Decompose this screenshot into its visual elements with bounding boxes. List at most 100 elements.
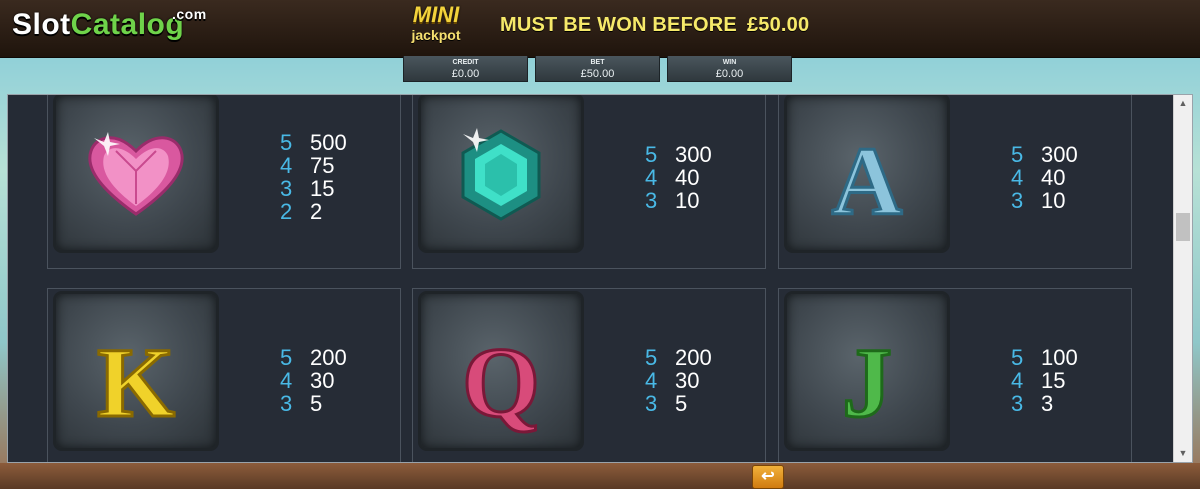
pay-count: 3 bbox=[280, 391, 293, 416]
pay-count: 5 bbox=[1011, 345, 1024, 370]
pay-count: 4 bbox=[645, 368, 658, 393]
symbol-tile: Q bbox=[421, 294, 581, 448]
pay-amount: 200 bbox=[310, 345, 347, 370]
bet-value: £50.00 bbox=[580, 68, 615, 80]
pay-row: 3 10 bbox=[645, 189, 712, 212]
win-label: WIN bbox=[722, 59, 737, 66]
return-arrow-icon: ↩ bbox=[761, 468, 775, 485]
svg-text:J: J bbox=[842, 327, 892, 438]
pay-amount: 2 bbox=[310, 199, 323, 224]
pay-count: 2 bbox=[280, 199, 293, 224]
svg-text:K: K bbox=[97, 327, 175, 438]
pay-values: 5 200 4 30 35 bbox=[280, 346, 347, 415]
pay-row: 22 bbox=[280, 200, 347, 223]
pay-values: 5 200 4 30 35 bbox=[645, 346, 712, 415]
pay-values: 5 300 4 40 3 10 bbox=[1011, 143, 1078, 212]
pay-row: 33 bbox=[1011, 392, 1078, 415]
pay-count: 3 bbox=[645, 188, 658, 213]
pay-count: 5 bbox=[1011, 142, 1024, 167]
pay-row: 4 15 bbox=[1011, 369, 1078, 392]
pay-row: 5 200 bbox=[645, 346, 712, 369]
pay-row: 35 bbox=[280, 392, 347, 415]
mini-label: MINI bbox=[412, 2, 460, 27]
letter-k-icon: K bbox=[96, 326, 177, 440]
pay-row: 35 bbox=[645, 392, 712, 415]
pay-amount: 5 bbox=[310, 391, 323, 416]
pay-row: 4 30 bbox=[645, 369, 712, 392]
pay-row: 5 200 bbox=[280, 346, 347, 369]
pay-count: 5 bbox=[280, 345, 293, 370]
pay-count: 3 bbox=[1011, 391, 1024, 416]
pay-amount: 30 bbox=[675, 368, 700, 393]
pay-values: 5 300 4 40 3 10 bbox=[645, 143, 712, 212]
jackpot-label: jackpot bbox=[411, 27, 461, 43]
pay-amount: 3 bbox=[1041, 391, 1054, 416]
heart-gem-icon bbox=[88, 132, 184, 216]
pay-amount: 5 bbox=[675, 391, 688, 416]
back-button[interactable]: ↩ bbox=[752, 465, 784, 489]
paytable-panel[interactable]: 5 500 4 75 3 15 22 5 300 4 40 3 10 A 5 3… bbox=[7, 94, 1193, 463]
logo-catalog-text: Catalog bbox=[70, 8, 185, 41]
pay-row: 5 100 bbox=[1011, 346, 1078, 369]
svg-text:A: A bbox=[832, 128, 903, 236]
paytable-cell-q: Q 5 200 4 30 35 bbox=[412, 288, 766, 462]
credit-meter: CREDIT £0.00 bbox=[403, 56, 528, 82]
bet-meter: BET £50.00 bbox=[535, 56, 660, 82]
bet-label: BET bbox=[590, 59, 605, 66]
pay-count: 3 bbox=[280, 176, 293, 201]
credit-value: £0.00 bbox=[451, 68, 480, 80]
pay-row: 4 75 bbox=[280, 154, 347, 177]
svg-text:Q: Q bbox=[462, 327, 540, 438]
paytable-cell-a: A 5 300 4 40 3 10 bbox=[778, 95, 1132, 269]
pay-row: 4 40 bbox=[1011, 166, 1078, 189]
scroll-up-arrow-icon[interactable]: ▲ bbox=[1174, 95, 1192, 112]
scroll-down-arrow-icon[interactable]: ▼ bbox=[1174, 445, 1192, 462]
pay-amount: 200 bbox=[675, 345, 712, 370]
scroll-thumb[interactable] bbox=[1176, 213, 1190, 241]
pay-row: 5 500 bbox=[280, 131, 347, 154]
pay-amount: 300 bbox=[1041, 142, 1078, 167]
pay-amount: 15 bbox=[1041, 368, 1066, 393]
background-town-strip bbox=[0, 463, 1200, 489]
pay-count: 5 bbox=[280, 130, 293, 155]
pay-row: 5 300 bbox=[645, 143, 712, 166]
paytable-cell-emerald: 5 300 4 40 3 10 bbox=[412, 95, 766, 269]
paytable-cell-heart: 5 500 4 75 3 15 22 bbox=[47, 95, 401, 269]
logo-dotcom-text: .com bbox=[172, 6, 207, 22]
credit-label: CREDIT bbox=[452, 59, 479, 66]
pay-count: 4 bbox=[645, 165, 658, 190]
pay-amount: 100 bbox=[1041, 345, 1078, 370]
pay-amount: 10 bbox=[1041, 188, 1066, 213]
pay-count: 5 bbox=[645, 142, 658, 167]
pay-row: 5 300 bbox=[1011, 143, 1078, 166]
paytable-cell-j: J 5 100 4 15 33 bbox=[778, 288, 1132, 462]
pay-amount: 40 bbox=[1041, 165, 1066, 190]
pay-count: 3 bbox=[1011, 188, 1024, 213]
pay-amount: 300 bbox=[675, 142, 712, 167]
must-be-won-banner: MUST BE WON BEFORE £50.00 bbox=[500, 10, 819, 40]
paytable-scrollbar[interactable]: ▲ ▼ bbox=[1173, 95, 1192, 462]
slotcatalog-logo: SlotCatalog .com bbox=[12, 6, 206, 52]
pay-amount: 15 bbox=[310, 176, 335, 201]
pay-count: 4 bbox=[280, 368, 293, 393]
win-value: £0.00 bbox=[715, 68, 744, 80]
logo-slot-text: Slot bbox=[12, 8, 71, 41]
win-meter: WIN £0.00 bbox=[667, 56, 792, 82]
pay-count: 3 bbox=[645, 391, 658, 416]
symbol-tile: K bbox=[56, 294, 216, 448]
letter-j-icon: J bbox=[841, 326, 894, 440]
emerald-gem-icon bbox=[461, 128, 541, 221]
letter-a-icon: A bbox=[830, 127, 904, 238]
top-bar: SlotCatalog .com MINI jackpot MUST BE WO… bbox=[0, 0, 1200, 58]
pay-row: 3 10 bbox=[1011, 189, 1078, 212]
pay-amount: 10 bbox=[675, 188, 700, 213]
pay-row: 4 30 bbox=[280, 369, 347, 392]
pay-row: 4 40 bbox=[645, 166, 712, 189]
letter-q-icon: Q bbox=[461, 326, 542, 440]
pay-row: 3 15 bbox=[280, 177, 347, 200]
pay-amount: 500 bbox=[310, 130, 347, 155]
symbol-tile: J bbox=[787, 294, 947, 448]
pay-count: 5 bbox=[645, 345, 658, 370]
symbol-tile bbox=[421, 96, 581, 250]
pay-amount: 30 bbox=[310, 368, 335, 393]
